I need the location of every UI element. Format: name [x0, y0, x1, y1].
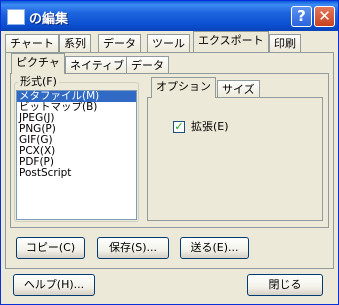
tab-data[interactable]: データ	[98, 34, 141, 52]
expand-label: 拡張(E)	[191, 120, 229, 133]
help-title-button[interactable]: ?	[291, 6, 312, 27]
format-listbox[interactable]: メタファイル(M) ビットマップ(B) JPEG(J) PNG(P) GIF(G…	[16, 90, 137, 220]
send-button[interactable]: 送る(E)...	[180, 237, 249, 259]
list-item[interactable]: PostScript	[17, 168, 136, 179]
expand-checkbox[interactable]: ✓	[173, 121, 185, 133]
help-button[interactable]: ヘルプ(H)...	[13, 274, 95, 296]
tab-series[interactable]: 系列	[59, 34, 91, 52]
tab-size[interactable]: サイズ	[217, 80, 260, 98]
export-dialog: の編集 ? ✕ チャート 系列 データ ツール エクスポート 印刷 ピクチャ ネ…	[0, 0, 339, 305]
title-bar[interactable]: の編集 ? ✕	[1, 1, 338, 31]
tab-data-sub[interactable]: データ	[126, 56, 169, 74]
tab-print[interactable]: 印刷	[269, 34, 301, 52]
tab-chart[interactable]: チャート	[5, 34, 59, 52]
options-panel	[147, 97, 323, 221]
tab-export[interactable]: エクスポート	[193, 31, 269, 52]
close-button[interactable]: 閉じる	[247, 274, 323, 296]
tab-options[interactable]: オプション	[151, 77, 216, 98]
tab-tools[interactable]: ツール	[147, 34, 190, 52]
copy-button[interactable]: コピー(C)	[16, 237, 85, 259]
tab-picture[interactable]: ピクチャ	[11, 53, 65, 74]
close-title-button[interactable]: ✕	[314, 6, 335, 27]
format-legend: 形式(F)	[18, 75, 59, 88]
window-title: の編集	[29, 12, 69, 27]
save-button[interactable]: 保存(S)...	[97, 237, 169, 259]
tab-native[interactable]: ネイティブ	[65, 56, 130, 74]
app-icon	[7, 9, 25, 25]
